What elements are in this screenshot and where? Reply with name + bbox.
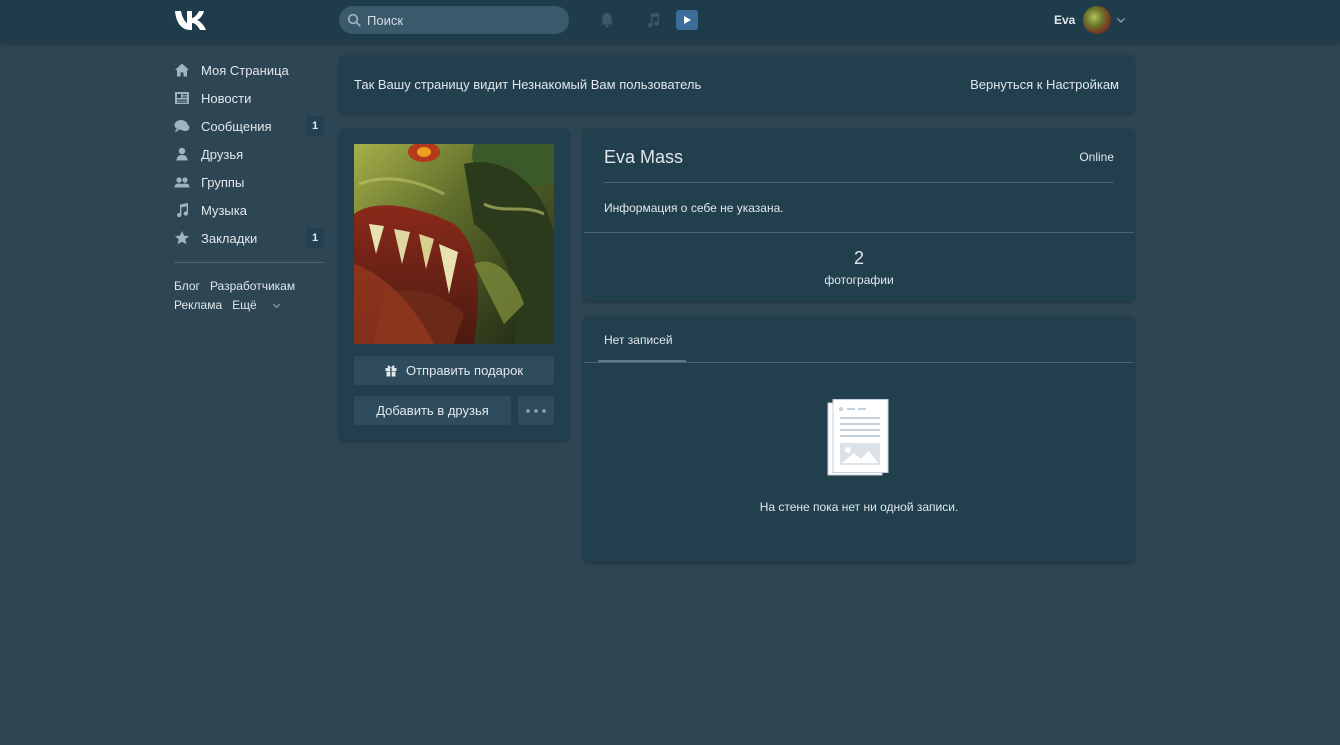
footer-link-developers[interactable]: Разработчикам [210, 279, 295, 293]
chevron-down-icon[interactable] [1116, 15, 1126, 25]
footer-link-more[interactable]: Ещё [232, 298, 281, 312]
friend-icon [174, 146, 190, 162]
profile-photo-image [354, 144, 554, 344]
music-note-icon [647, 12, 660, 28]
profile-photo-card: Отправить подарок Добавить в друзья [340, 129, 569, 440]
gift-icon [385, 365, 397, 377]
sidebar-item-label: Сообщения [201, 118, 272, 134]
bell-icon [601, 13, 613, 28]
tab-wall-no-posts[interactable]: Нет записей [604, 333, 673, 347]
search-box[interactable] [339, 6, 569, 34]
user-name[interactable]: Eva [1054, 13, 1075, 27]
search-input[interactable] [367, 12, 557, 28]
sidebar-item-news[interactable]: Новости [174, 84, 324, 112]
profile-name: Eva Mass [604, 147, 684, 167]
star-icon [174, 230, 190, 246]
messages-icon [174, 118, 190, 134]
footer-link-more-label: Ещё [232, 298, 257, 312]
empty-wall-text: На стене пока нет ни одной записи. [759, 500, 959, 514]
wall-card: Нет записей На стене пока нет ни одной з… [584, 317, 1134, 562]
sidebar-item-bookmarks[interactable]: Закладки 1 [174, 224, 324, 252]
profile-photo[interactable] [354, 144, 554, 344]
news-icon [174, 90, 190, 106]
home-icon [174, 62, 190, 78]
vk-logo-icon[interactable] [174, 9, 208, 31]
sidebar-item-friends[interactable]: Друзья [174, 140, 324, 168]
footer-link-ads[interactable]: Реклама [174, 298, 222, 312]
play-button[interactable] [676, 10, 698, 30]
play-icon [684, 16, 691, 24]
wall-divider [584, 362, 1134, 363]
footer-link-blog[interactable]: Блог [174, 279, 200, 293]
groups-icon [174, 174, 190, 190]
unread-badge: 1 [306, 116, 324, 136]
about-text: Информация о себе не указана. [604, 201, 784, 215]
sidebar-divider [174, 262, 324, 263]
bookmarks-badge: 1 [306, 228, 324, 248]
photos-count-label[interactable]: фотографии [584, 273, 1134, 287]
sidebar-item-label: Музыка [201, 202, 247, 218]
online-status: Online [1079, 150, 1114, 164]
notifications-button[interactable] [597, 10, 617, 30]
sidebar-item-music[interactable]: Музыка [174, 196, 324, 224]
profile-info-card: Eva Mass Online Информация о себе не ука… [584, 129, 1134, 301]
sidebar-item-my-page[interactable]: Моя Страница [174, 56, 324, 84]
search-icon [347, 13, 361, 27]
preview-notice: Так Вашу страницу видит Незнакомый Вам п… [340, 56, 1134, 113]
more-dots-icon [526, 408, 546, 413]
footer-links: Блог Разработчикам Реклама Ещё [174, 277, 324, 315]
empty-wall-document-icon [827, 399, 889, 476]
sidebar-item-groups[interactable]: Группы [174, 168, 324, 196]
sidebar-item-label: Моя Страница [201, 62, 289, 78]
photos-count[interactable]: 2 [584, 248, 1134, 269]
more-actions-button[interactable] [518, 396, 554, 425]
send-gift-label: Отправить подарок [405, 363, 524, 378]
top-bar: Eva [0, 0, 1340, 42]
counters-divider [584, 232, 1134, 233]
sidebar-item-messages[interactable]: Сообщения 1 [174, 112, 324, 140]
add-friend-label: Добавить в друзья [376, 403, 489, 418]
user-avatar[interactable] [1083, 6, 1111, 34]
sidebar-item-label: Друзья [201, 146, 244, 162]
sidebar-item-label: Новости [201, 90, 252, 106]
add-friend-button[interactable]: Добавить в друзья [354, 396, 511, 425]
notice-text: Так Вашу страницу видит Незнакомый Вам п… [354, 77, 702, 92]
chevron-down-icon [272, 304, 281, 309]
music-player-button[interactable] [643, 10, 663, 30]
sidebar-item-label: Группы [201, 174, 245, 190]
music-note-icon [174, 202, 190, 218]
info-divider [604, 182, 1114, 183]
sidebar-item-label: Закладки [201, 230, 258, 246]
send-gift-button[interactable]: Отправить подарок [354, 356, 554, 385]
left-sidebar: Моя Страница Новости Сообщения 1 Друзья … [174, 56, 324, 315]
back-to-settings-link[interactable]: Вернуться к Настройкам [970, 77, 1119, 92]
